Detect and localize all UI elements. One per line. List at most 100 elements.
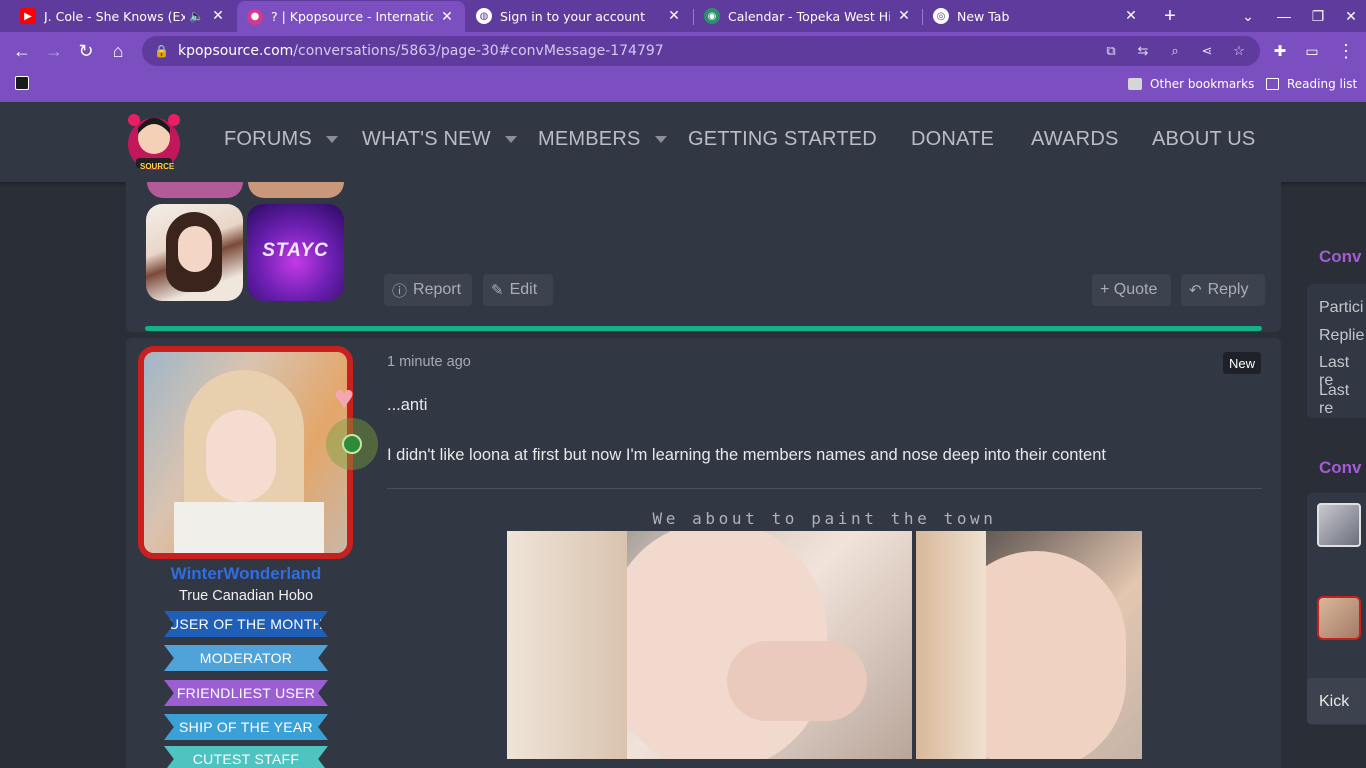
menu-icon[interactable]: ⋮	[1334, 39, 1358, 63]
new-tab-icon[interactable]: +	[1155, 0, 1185, 32]
speaker-icon[interactable]: 🔈	[189, 9, 204, 23]
new-badge: New	[1223, 352, 1262, 374]
chevron-down-icon[interactable]	[504, 136, 517, 143]
tab-youtube[interactable]: ▶ J. Cole - She Knows (Explicit) 🔈 ✕	[10, 0, 236, 32]
avatar[interactable]	[138, 346, 353, 559]
url-host: kpopsource.com	[178, 43, 294, 59]
nav-donate[interactable]: DONATE	[911, 128, 994, 151]
gif-image[interactable]	[507, 531, 912, 759]
username[interactable]: WinterWonderland	[126, 564, 366, 584]
tab-new-tab[interactable]: ◎ New Tab ✕	[923, 0, 1149, 32]
tab-title: Calendar - Topeka West High S	[728, 8, 890, 24]
nav-about-us[interactable]: ABOUT US	[1152, 128, 1255, 151]
youtube-icon: ▶	[20, 8, 36, 24]
message-line: I didn't like loona at first but now I'm…	[387, 446, 1106, 464]
nav-label: ABOUT US	[1152, 128, 1256, 150]
alert-icon: ⓘ	[392, 282, 408, 300]
nav-label: AWARDS	[1031, 128, 1119, 150]
address-bar[interactable]: 🔒 kpopsource.com/conversations/5863/page…	[142, 36, 1260, 66]
other-bookmarks-label: Other bookmarks	[1150, 77, 1255, 91]
close-icon[interactable]: ✕	[210, 8, 226, 24]
chevron-down-icon[interactable]	[325, 136, 338, 143]
reload-icon[interactable]: ↻	[74, 39, 98, 63]
share-icon[interactable]: ⋖	[1198, 42, 1216, 60]
folder-icon	[1128, 78, 1142, 90]
chevron-down-icon[interactable]	[654, 136, 667, 143]
participant-avatar[interactable]	[1317, 596, 1361, 640]
report-button[interactable]: ⓘ Report	[384, 274, 472, 306]
back-icon[interactable]: ←	[10, 39, 34, 63]
other-bookmarks[interactable]: Other bookmarks	[1128, 77, 1254, 91]
open-in-app-icon[interactable]: ⧉	[1102, 42, 1120, 60]
reply-icon: ↶	[1189, 282, 1202, 299]
heart-icon: ♥	[334, 379, 355, 417]
tab-calendar[interactable]: ◉ Calendar - Topeka West High S ✕	[694, 0, 922, 32]
user-title: True Canadian Hobo	[178, 588, 314, 604]
window-close-icon[interactable]: ✕	[1336, 0, 1366, 32]
cast-icon[interactable]: ▭	[1300, 39, 1324, 63]
bookmarks-bar: Other bookmarks Reading list	[0, 70, 1366, 102]
close-icon[interactable]: ✕	[896, 8, 912, 24]
nav-label: WHAT'S NEW	[362, 128, 491, 150]
translate-icon[interactable]: ⇆	[1134, 42, 1152, 60]
sidebar-heading: Conv	[1319, 247, 1362, 266]
forward-icon[interactable]: →	[42, 39, 66, 63]
calendar-icon: ◉	[704, 8, 720, 24]
extensions-icon[interactable]: ✚	[1268, 39, 1292, 63]
divider	[387, 488, 1262, 489]
reading-list-icon	[1266, 78, 1279, 90]
close-icon[interactable]: ✕	[666, 8, 682, 24]
participant-avatar[interactable]	[1317, 503, 1361, 547]
signature-thumb	[248, 182, 344, 198]
reading-list[interactable]: Reading list	[1266, 77, 1357, 91]
edit-button[interactable]: ✎ Edit	[483, 274, 553, 306]
user-banner: FRIENDLIEST USER	[164, 680, 328, 706]
apps-icon[interactable]	[15, 76, 29, 90]
tab-title: New Tab	[957, 8, 1010, 24]
online-status-icon[interactable]	[326, 418, 378, 470]
gif-image[interactable]	[916, 531, 1142, 759]
sidebar-row: Partici	[1319, 299, 1364, 316]
nav-whats-new[interactable]: WHAT'S NEW	[362, 128, 517, 151]
nav-getting-started[interactable]: GETTING STARTED	[688, 128, 877, 151]
signature-thumb	[146, 204, 243, 301]
report-label: Report	[413, 281, 462, 298]
reply-label: Reply	[1207, 281, 1249, 298]
site-header: SOURCE FORUMS WHAT'S NEW MEMBERS GETTING…	[0, 102, 1366, 182]
bookmark-star-icon[interactable]: ☆	[1230, 42, 1248, 60]
nav-label: DONATE	[911, 128, 995, 150]
restore-icon[interactable]: ❐	[1303, 0, 1333, 32]
nav-forums[interactable]: FORUMS	[224, 128, 338, 151]
tab-title: ? | Kpopsource - International	[271, 9, 433, 24]
user-banner: USER OF THE MONTH	[164, 611, 328, 637]
reading-list-label: Reading list	[1287, 77, 1358, 91]
nav-label: MEMBERS	[538, 128, 641, 150]
tab-sign-in[interactable]: ◍ Sign in to your account ✕	[466, 0, 692, 32]
kpopsource-icon: ●	[247, 8, 263, 25]
logo-text: SOURCE	[140, 162, 175, 171]
home-icon[interactable]: ⌂	[106, 39, 130, 63]
nav-awards[interactable]: AWARDS	[1031, 128, 1119, 151]
chrome-icon: ◎	[933, 8, 949, 24]
browser-toolbar: ← → ↻ ⌂ 🔒 kpopsource.com/conversations/5…	[0, 32, 1366, 70]
close-icon[interactable]: ✕	[1123, 8, 1139, 24]
user-banner: CUTEST STAFF	[164, 746, 328, 768]
reply-button[interactable]: ↶ Reply	[1181, 274, 1265, 306]
quote-button[interactable]: + Quote	[1092, 274, 1171, 306]
new-messages-divider	[145, 326, 1262, 331]
kick-button[interactable]: Kick	[1307, 678, 1366, 724]
tab-kpopsource[interactable]: ● ? | Kpopsource - International ✕	[237, 1, 465, 32]
chevron-down-icon[interactable]: ⌄	[1233, 0, 1263, 32]
nav-members[interactable]: MEMBERS	[538, 128, 667, 151]
sidebar-row: Replie	[1319, 327, 1365, 344]
lock-icon[interactable]: 🔒	[154, 44, 169, 58]
user-banner: MODERATOR	[164, 645, 328, 671]
close-icon[interactable]: ✕	[439, 9, 455, 25]
signature-thumb: STAYC	[247, 204, 344, 301]
post-timestamp[interactable]: 1 minute ago	[387, 354, 471, 370]
minimize-icon[interactable]: —	[1269, 0, 1299, 32]
nav-label: GETTING STARTED	[688, 128, 877, 150]
site-logo[interactable]: SOURCE	[122, 106, 186, 176]
stayc-logo-text: STAYC	[262, 240, 329, 261]
zoom-icon[interactable]: ⌕	[1166, 42, 1184, 60]
